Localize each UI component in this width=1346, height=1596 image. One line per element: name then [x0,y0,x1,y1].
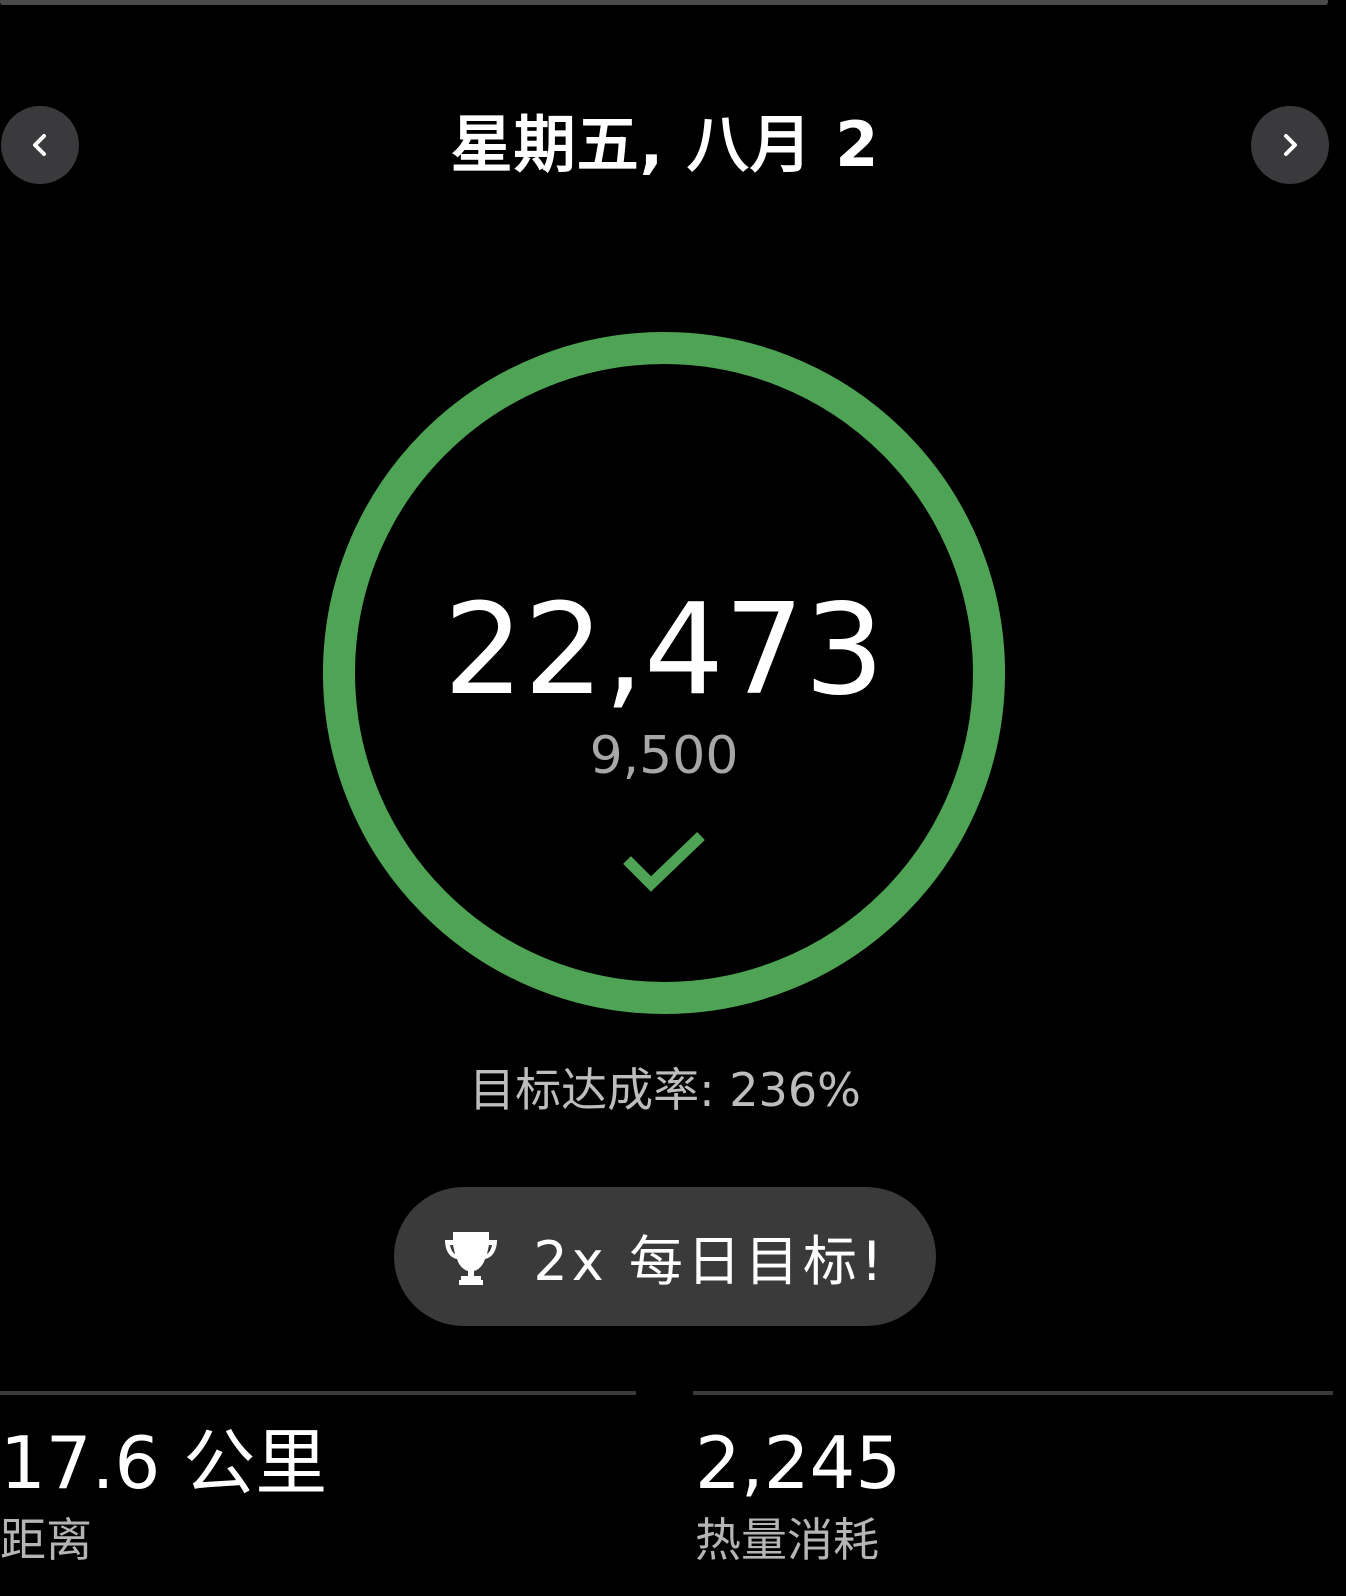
calories-label: 热量消耗 [695,1513,879,1567]
chevron-right-icon [1284,134,1297,156]
achievement-badge-button[interactable]: 2x 每日目标! [394,1187,936,1326]
distance-label: 距离 [0,1513,92,1567]
achievement-label: 2x 每日目标! [533,1230,887,1293]
step-detail-screen: 星期五, 八月 2 22,473 9,500 目标达成率: 236% 2x 每日… [0,0,1346,1596]
next-day-button[interactable] [1251,106,1329,184]
top-divider [0,0,1328,5]
date-title: 星期五, 八月 2 [450,108,880,181]
calories-value: 2,245 [695,1421,902,1505]
checkmark-icon [623,832,705,892]
step-progress-ring: 22,473 9,500 [323,332,1005,1014]
goal-achievement-rate: 目标达成率: 236% [469,1063,861,1117]
calories-divider [693,1391,1333,1395]
distance-divider [0,1391,636,1395]
step-count: 22,473 [443,576,885,723]
trophy-icon [445,1231,498,1285]
distance-value: 17.6 公里 [0,1421,328,1505]
step-goal: 9,500 [589,726,739,786]
